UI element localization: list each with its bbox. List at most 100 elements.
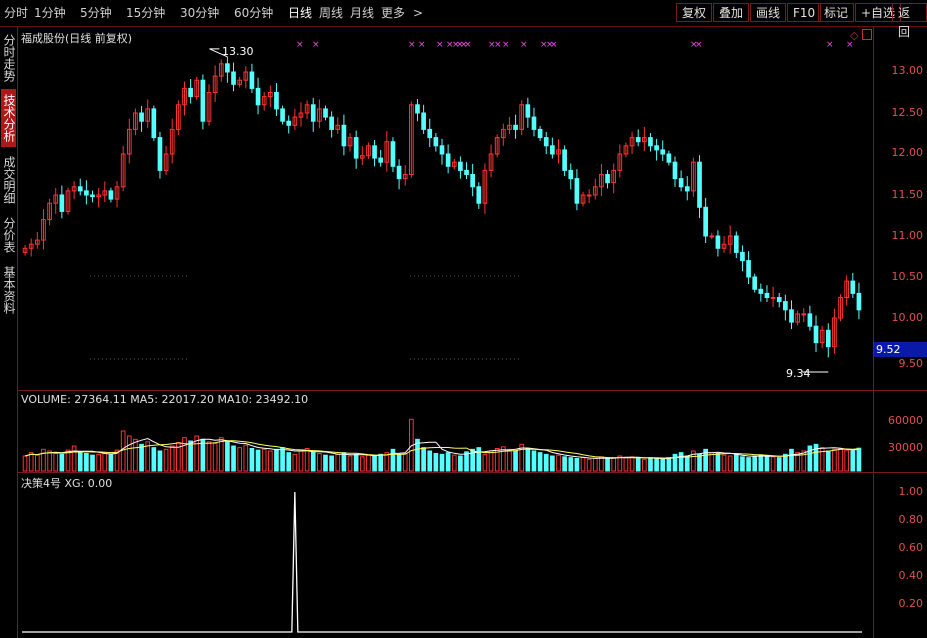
volume-bar [641, 458, 647, 472]
volume-bar [329, 455, 334, 472]
volume-bar [353, 453, 359, 472]
candle-body [574, 178, 580, 204]
volume-bar [844, 449, 850, 472]
volume-bar [697, 453, 702, 472]
volume-bar [163, 448, 169, 472]
candle-body [445, 153, 451, 167]
candle-body [323, 108, 328, 118]
candle-body [77, 186, 83, 192]
volume-bar [292, 453, 298, 472]
candle-body [249, 71, 255, 89]
volume-bar [396, 453, 402, 472]
candle-body [813, 325, 819, 344]
candle-body [470, 174, 475, 188]
signal-marker: × [520, 40, 528, 50]
candle-body [801, 313, 807, 316]
candle-body [684, 186, 690, 192]
volume-bar [53, 453, 59, 472]
low-price-label: 9.34 [786, 367, 811, 380]
volume-bar [629, 456, 635, 472]
volume-bar [531, 450, 537, 472]
volume-bar [648, 457, 653, 472]
candle-body [353, 137, 359, 159]
volume-bar [359, 456, 365, 472]
volume-bar [580, 457, 586, 472]
candle-body [562, 149, 567, 171]
candle-body [439, 145, 445, 155]
volume-bar [402, 453, 408, 472]
volume-bar [537, 452, 543, 472]
candle-body [396, 165, 402, 180]
candle-body [715, 235, 721, 249]
stock-chart[interactable]: × × × × × ××××× ×× × × ××× ×× × × [0, 0, 927, 638]
candle-body [709, 235, 715, 238]
volume-bar [445, 452, 451, 472]
volume-bar [764, 455, 770, 472]
volume-bar [286, 452, 292, 472]
candle-body [672, 161, 678, 180]
candle-body [415, 104, 420, 114]
candle-body [151, 108, 157, 139]
signal-marker: × [502, 40, 510, 50]
volume-bar [599, 456, 604, 472]
volume-bar [188, 440, 193, 472]
volume-bar [488, 450, 494, 472]
volume-bar [335, 453, 341, 472]
candle-body [531, 116, 537, 130]
volume-bar [347, 455, 353, 472]
volume-bar [623, 457, 629, 472]
candle-body [740, 251, 745, 262]
candle-body [525, 104, 531, 118]
volume-bar [740, 456, 745, 472]
volume-bar [592, 458, 598, 472]
volume-bar [568, 457, 574, 472]
volume-bar [439, 453, 445, 472]
volume-bar [525, 448, 531, 472]
volume-bar [280, 447, 285, 472]
volume-bar [556, 454, 561, 472]
volume-bar [77, 451, 83, 472]
volume-bar [261, 448, 267, 472]
candle-body [139, 112, 144, 122]
volume-bar [678, 452, 684, 472]
candle-body [188, 87, 193, 98]
candle-body [764, 292, 770, 298]
volume-bar [654, 458, 659, 472]
volume-bar [206, 441, 212, 472]
candle-body [329, 116, 334, 130]
volume-bar [709, 452, 715, 472]
volume-bar [666, 457, 672, 472]
volume-bar [133, 438, 138, 472]
volume-bar [464, 451, 469, 472]
volume-bar [390, 448, 396, 472]
signal-marker: × [695, 40, 703, 50]
volume-bar [635, 458, 641, 472]
candle-body [59, 194, 65, 212]
candle-body [458, 161, 463, 171]
volume-bar [84, 453, 89, 472]
volume-bar [96, 453, 101, 472]
volume-bar [482, 453, 488, 472]
signal-marker: × [846, 40, 854, 50]
volume-bar [832, 448, 837, 472]
candle-body [537, 128, 543, 139]
candle-body [666, 153, 672, 163]
volume-bar [34, 454, 40, 472]
candle-body [464, 169, 469, 175]
volume-bar [776, 457, 782, 472]
volume-bar [758, 454, 764, 472]
volume-bar [304, 448, 310, 472]
volume-bar [807, 445, 813, 472]
candle-body [783, 301, 788, 311]
volume-bar [476, 447, 482, 472]
volume-bar [28, 452, 34, 472]
candle-body [758, 288, 764, 294]
signal-marker: × [826, 40, 834, 50]
signal-marker: × [296, 40, 304, 50]
volume-bar [249, 448, 255, 472]
volume-bar [605, 458, 610, 472]
candle-body [654, 145, 659, 151]
volume-bar [850, 450, 856, 472]
candle-body [421, 112, 426, 130]
volume-bar [90, 454, 95, 472]
